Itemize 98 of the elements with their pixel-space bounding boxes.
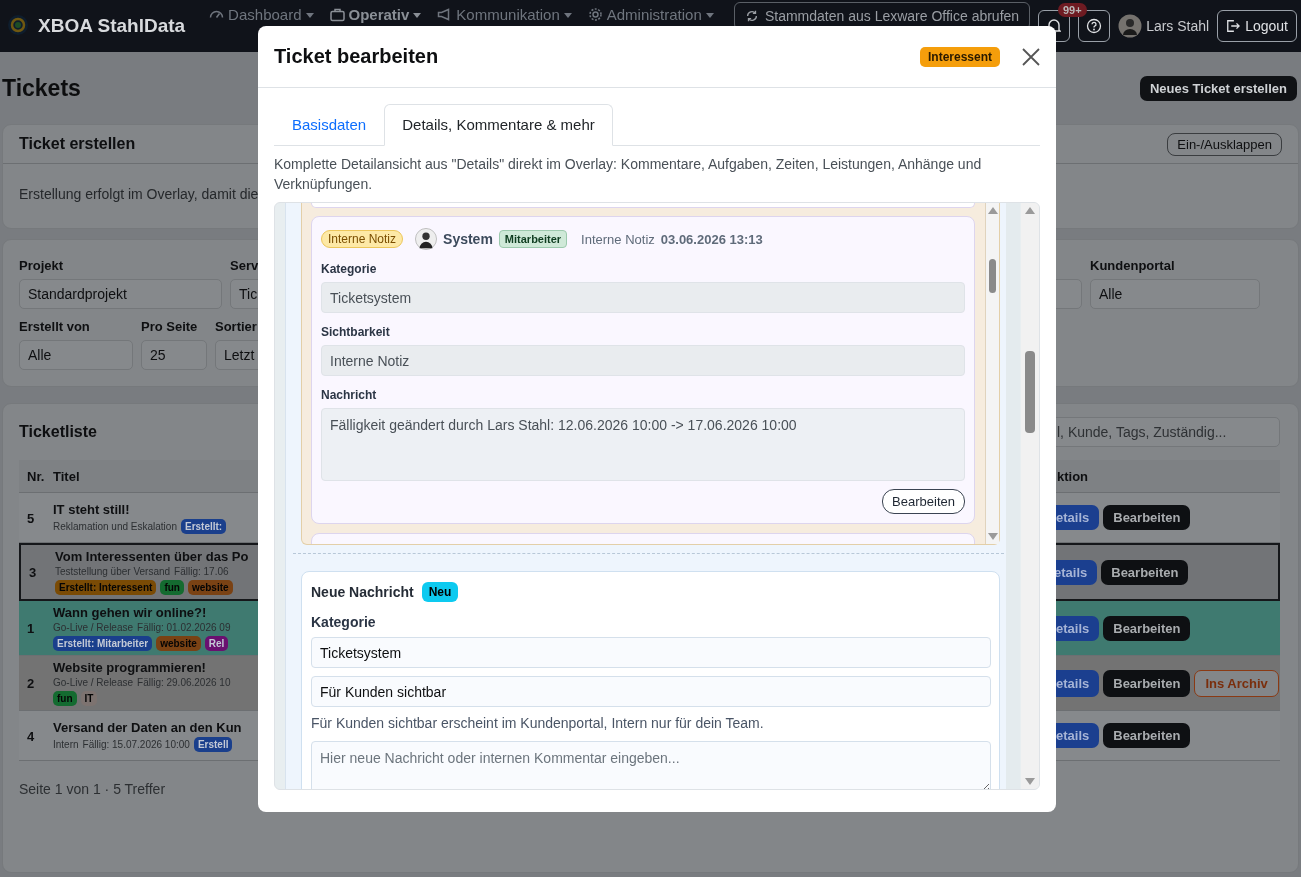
section-title: Neue Nachricht: [311, 584, 414, 600]
description-text: Komplette Detailansicht aus "Details" direkt im Overlay: Kommentare, Aufgaben, Zeiten, Leistungen, Anhänge und Verknüpfungen.: [274, 155, 983, 194]
column-header: Nr.: [26, 468, 46, 484]
ticket-tag: Rel: [204, 636, 229, 651]
briefcase-icon: [329, 7, 345, 22]
ticket-tag: website: [187, 580, 233, 595]
page-title: Tickets: [2, 74, 81, 102]
column-header: Titel: [53, 468, 81, 484]
dialog-title: Ticket bearbeiten: [274, 45, 440, 68]
caret-icon: [305, 10, 314, 19]
ticket-tag: website: [156, 636, 201, 651]
user-name: Lars Stahl: [1146, 18, 1210, 34]
ticket-tag: fun: [160, 580, 184, 595]
brand-name: XBOA StahlData: [38, 15, 186, 37]
ticket-title: Wann gehen wir online?!: [53, 605, 207, 620]
help-text: Für Kunden sichtbar erscheint im Kundenportal, Intern nur für dein Team.: [311, 715, 764, 731]
filter-label: Serv: [230, 258, 259, 273]
ticket-category: Reklamation und Eskalation: [53, 520, 177, 532]
message-field[interactable]: Hier neue Nachricht oder internen Kommentar eingeben...: [311, 741, 991, 789]
card-title: Ticketliste: [19, 423, 97, 441]
caret-icon: [705, 10, 714, 19]
tab[interactable]: Basisdaten: [274, 104, 385, 145]
ticket-category: Intern: [53, 738, 79, 750]
ticket-category: Go-Live / Release: [53, 677, 134, 688]
due-date: Fällig: 01.02.2026 09: [137, 622, 231, 633]
logout-button[interactable]: Logout: [1217, 10, 1297, 42]
ticket-tag: Erstellt: Mitarbeiter: [53, 636, 153, 651]
filter-field[interactable]: 25: [141, 340, 207, 370]
scrollbar[interactable]: [985, 203, 999, 544]
due-date: Fällig: 29.06.2026 10: [137, 677, 231, 688]
visibility-text: Interne Notiz: [581, 231, 655, 247]
tab[interactable]: Details, Kommentare & mehr: [384, 104, 613, 146]
filter-label: Sortier: [215, 319, 257, 334]
due-date: Fällig: 15.07.2026 10:00: [82, 738, 190, 750]
card-title: Ticket erstellen: [19, 135, 136, 153]
avatar-icon: [415, 228, 438, 250]
column-header: ktion: [1056, 468, 1090, 484]
ticket-category: Teststellung über Versand: [55, 566, 171, 577]
ticket-tag: Erstellt:: [180, 518, 227, 534]
filter-field[interactable]: Alle: [1090, 279, 1260, 309]
caret-icon: [563, 10, 572, 19]
filter-label: Pro Seite: [141, 319, 198, 334]
edit-button[interactable]: Bearbeiten: [1101, 559, 1189, 585]
edit-button[interactable]: Bearbeiten: [1103, 505, 1191, 530]
timestamp: 03.06.2026 13:13: [660, 231, 763, 247]
filter-label: Erstellt von: [19, 319, 90, 334]
gear-icon: [587, 7, 603, 22]
avatar-icon: [1118, 14, 1143, 38]
due-date: Fällig: 17.06: [174, 566, 229, 577]
select-field[interactable]: Ticketsystem: [311, 637, 991, 668]
edit-button[interactable]: Bearbeiten: [882, 489, 965, 514]
notification-count-badge: 99+: [1058, 3, 1087, 17]
ticket-tag: Erstellt: Interessent: [55, 580, 157, 595]
ticket-number: 1: [27, 621, 35, 636]
new-badge: Neu: [421, 582, 459, 602]
edit-button[interactable]: Bearbeiten: [1103, 723, 1191, 748]
logo-icon: [6, 14, 30, 38]
ticket-title: Versand der Daten an den Kun: [53, 719, 242, 735]
filter-label: Kundenportal: [1090, 258, 1175, 273]
ticket-tag: IT: [80, 691, 98, 706]
nav-menu-item[interactable]: Administration: [587, 6, 714, 23]
help-icon: [1086, 18, 1103, 34]
scrollbar[interactable]: [1021, 203, 1039, 789]
note-type-badge: Interne Notiz: [321, 230, 404, 248]
ticket-title: IT steht still!: [53, 501, 130, 517]
edit-button[interactable]: Bearbeiten: [1103, 669, 1191, 697]
sync-icon: [744, 9, 759, 23]
ticket-number: 4: [27, 728, 35, 744]
ticket-tag: Erstell: [193, 736, 233, 752]
new-ticket-button[interactable]: Neues Ticket erstellen: [1139, 75, 1297, 101]
ticket-number: 5: [27, 510, 35, 526]
edit-button[interactable]: Bearbeiten: [1103, 615, 1191, 641]
field-label: Kategorie: [311, 614, 376, 630]
role-badge: Mitarbeiter: [498, 230, 568, 248]
close-icon[interactable]: [1022, 47, 1040, 66]
ticket-number: 2: [27, 676, 35, 691]
toggle-button[interactable]: Ein-/Ausklappen: [1167, 132, 1282, 156]
field-label: Sichtbarkeit: [321, 325, 390, 339]
ticket-number: 3: [29, 565, 37, 580]
select-field[interactable]: Für Kunden sichtbar: [311, 676, 991, 707]
nav-menu-item[interactable]: Kommunikation: [437, 6, 572, 23]
caret-icon: [413, 10, 422, 19]
author-name: System: [443, 231, 493, 247]
ticket-tag: fun: [53, 691, 77, 706]
card-text: Erstellung erfolgt im Overlay, damit die: [19, 186, 259, 202]
logout-icon: [1226, 19, 1241, 33]
filter-field[interactable]: Alle: [19, 340, 133, 370]
ticket-title: Website programmieren!: [53, 660, 206, 675]
nav-menu-item[interactable]: Operativ: [329, 6, 422, 23]
filter-label: Projekt: [19, 258, 64, 273]
nav-menu-item[interactable]: Dashboard: [209, 6, 314, 23]
pagination-text: Seite 1 von 1 · 5 Treffer: [19, 781, 167, 797]
field-label: Kategorie: [321, 262, 377, 276]
ticket-title: Vom Interessenten über das Po: [55, 549, 249, 564]
ticket-category: Go-Live / Release: [53, 622, 134, 633]
filter-field[interactable]: Standardprojekt: [19, 279, 222, 309]
status-badge: Interessent: [919, 46, 1000, 67]
field-label: Nachricht: [321, 388, 377, 402]
